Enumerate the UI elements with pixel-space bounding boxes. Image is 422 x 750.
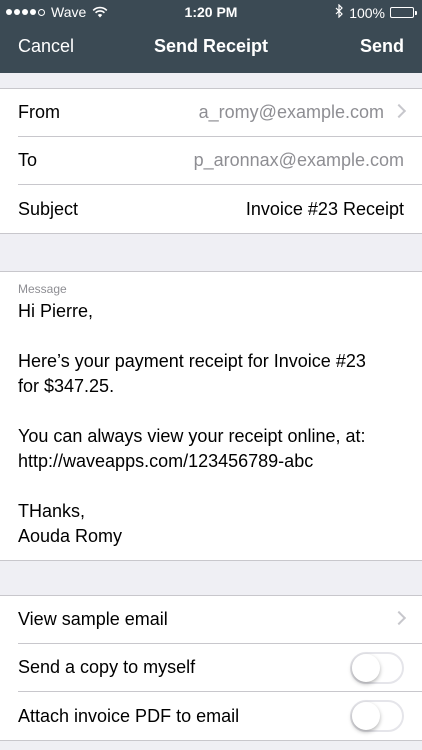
send-copy-toggle[interactable] <box>350 652 404 684</box>
toggle-knob <box>352 702 380 730</box>
message-textarea[interactable]: Hi Pierre, Here’s your payment receipt f… <box>18 299 404 549</box>
send-copy-label: Send a copy to myself <box>18 657 196 677</box>
header: Wave 1:20 PM 100% Cancel Send Receipt Se… <box>0 0 422 73</box>
view-sample-email-label: View sample email <box>18 609 168 629</box>
attach-pdf-toggle[interactable] <box>350 700 404 732</box>
battery-icon <box>390 7 417 18</box>
status-right: 100% <box>335 3 417 21</box>
send-copy-row: Send a copy to myself <box>18 644 422 692</box>
to-field[interactable]: p_aronnax@example.com <box>194 150 404 171</box>
attach-pdf-label: Attach invoice PDF to email <box>18 705 240 726</box>
battery-percentage: 100% <box>349 4 385 21</box>
page-title: Send Receipt <box>153 36 269 56</box>
navigation-bar: Cancel Send Receipt Send <box>0 24 422 73</box>
from-row[interactable]: From a_romy@example.com <box>18 89 422 137</box>
message-group[interactable]: Message Hi Pierre, Here’s your payment r… <box>0 271 422 561</box>
chevron-right-icon <box>391 103 407 119</box>
from-value: a_romy@example.com <box>198 102 384 122</box>
bluetooth-icon <box>335 3 344 21</box>
attach-pdf-row: Attach invoice PDF to email <box>18 692 422 740</box>
to-label: To <box>18 150 38 170</box>
subject-label: Subject <box>18 198 79 219</box>
to-row[interactable]: To p_aronnax@example.com <box>18 137 422 185</box>
status-bar: Wave 1:20 PM 100% <box>0 0 422 24</box>
email-fields-group: From a_romy@example.com To p_aronnax@exa… <box>0 88 422 234</box>
toggle-knob <box>352 654 380 682</box>
subject-row[interactable]: Subject Invoice #23 Receipt <box>18 185 422 233</box>
message-label: Message <box>18 282 67 296</box>
from-label: From <box>18 102 60 122</box>
options-group: View sample email Send a copy to myself … <box>0 595 422 741</box>
send-button[interactable]: Send <box>360 36 404 57</box>
view-sample-email-row[interactable]: View sample email <box>18 596 422 644</box>
subject-field[interactable]: Invoice #23 Receipt <box>246 199 404 220</box>
chevron-right-icon <box>391 610 407 626</box>
